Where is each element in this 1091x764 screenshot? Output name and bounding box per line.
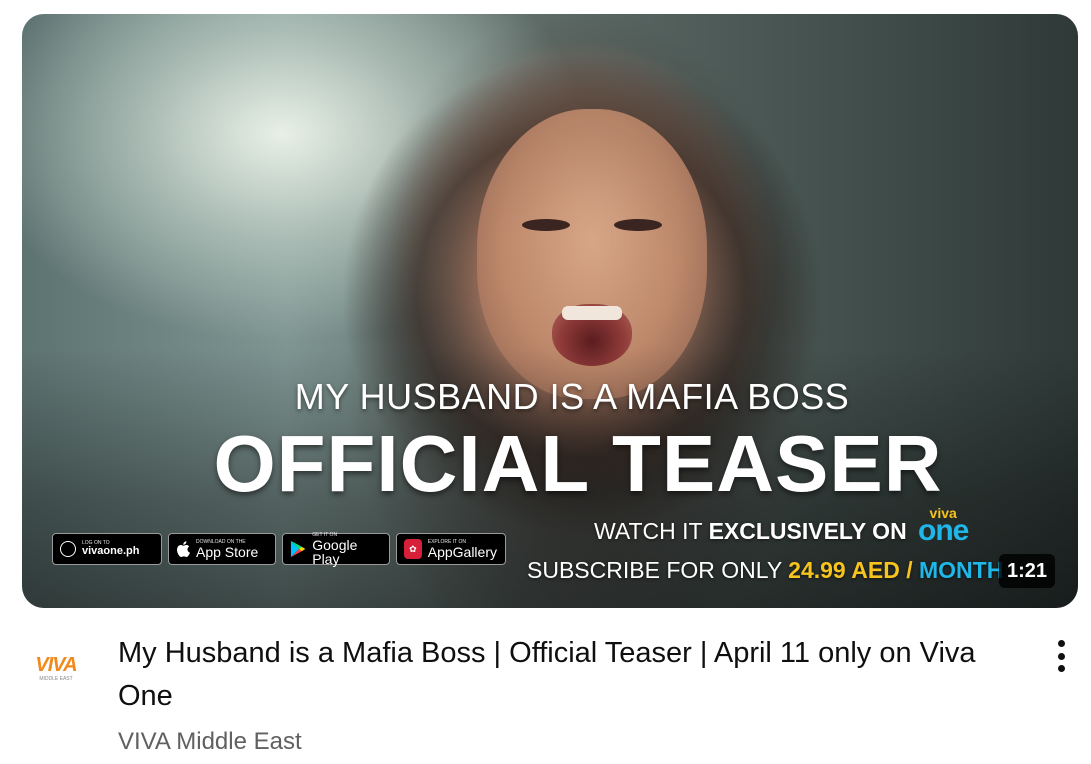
thumbnail-left-eye (522, 219, 570, 231)
appgallery-badge-small: EXPLORE IT ON (427, 538, 466, 545)
channel-avatar[interactable]: VIVA MIDDLE EAST (20, 642, 92, 694)
viva-one-logo-bottom: one (918, 514, 969, 547)
thumbnail-subtitle: MY HUSBAND IS A MAFIA BOSS (294, 376, 850, 417)
google-play-badge-label: Google Play (312, 536, 358, 567)
channel-logo-word: VIVA (35, 654, 77, 676)
more-vert-icon (1057, 640, 1065, 647)
sub-price: 24.99 AED / (788, 557, 913, 583)
subscribe-offer-text: SUBSCRIBE FOR ONLY 24.99 AED / MONTH (527, 557, 1003, 584)
app-store-badge-small: Download on the (196, 538, 246, 545)
google-play-badge: GET IT ON Google Play (282, 531, 390, 567)
sub-prefix: SUBSCRIBE FOR ONLY (527, 557, 782, 583)
video-title[interactable]: My Husband is a Mafia Boss | Official Te… (118, 632, 1018, 718)
store-badges: LOG ON TO vivaone.ph Download on the App… (52, 531, 506, 567)
web-badge-small: LOG ON TO (82, 540, 110, 546)
more-options-button[interactable] (1046, 636, 1076, 676)
google-play-badge-small: GET IT ON (312, 531, 338, 538)
appgallery-badge: ✿ EXPLORE IT ON AppGallery (396, 533, 506, 565)
web-badge: LOG ON TO vivaone.ph (52, 533, 162, 565)
viva-one-logo: viva one (918, 506, 969, 547)
watch-prefix: WATCH IT (594, 518, 703, 544)
thumbnail-teeth (562, 306, 622, 320)
channel-name[interactable]: VIVA Middle East (118, 728, 302, 756)
google-play-icon (290, 540, 306, 558)
appgallery-badge-label: AppGallery (427, 543, 497, 560)
apple-icon (177, 541, 190, 557)
app-store-badge-label: App Store (196, 543, 259, 560)
more-vert-dot (1057, 652, 1065, 660)
app-store-badge: Download on the App Store (168, 533, 276, 565)
watch-bold: EXCLUSIVELY ON (708, 518, 907, 544)
thumbnail-headline: OFFICIAL TEASER (213, 419, 943, 508)
video-thumbnail[interactable]: MY HUSBAND IS A MAFIA BOSS OFFICIAL TEAS… (22, 14, 1078, 608)
more-vert-dot (1057, 665, 1065, 672)
channel-logo-sub: MIDDLE EAST (39, 676, 73, 682)
thumbnail-right-eye (614, 219, 662, 231)
duration-badge: 1:21 (999, 554, 1056, 588)
huawei-icon: ✿ (404, 539, 422, 559)
watch-exclusive-text: WATCH IT EXCLUSIVELY ON (594, 518, 907, 545)
globe-icon (60, 541, 76, 557)
sub-month: MONTH (918, 557, 1004, 583)
web-badge-label: vivaone.ph (82, 545, 140, 557)
